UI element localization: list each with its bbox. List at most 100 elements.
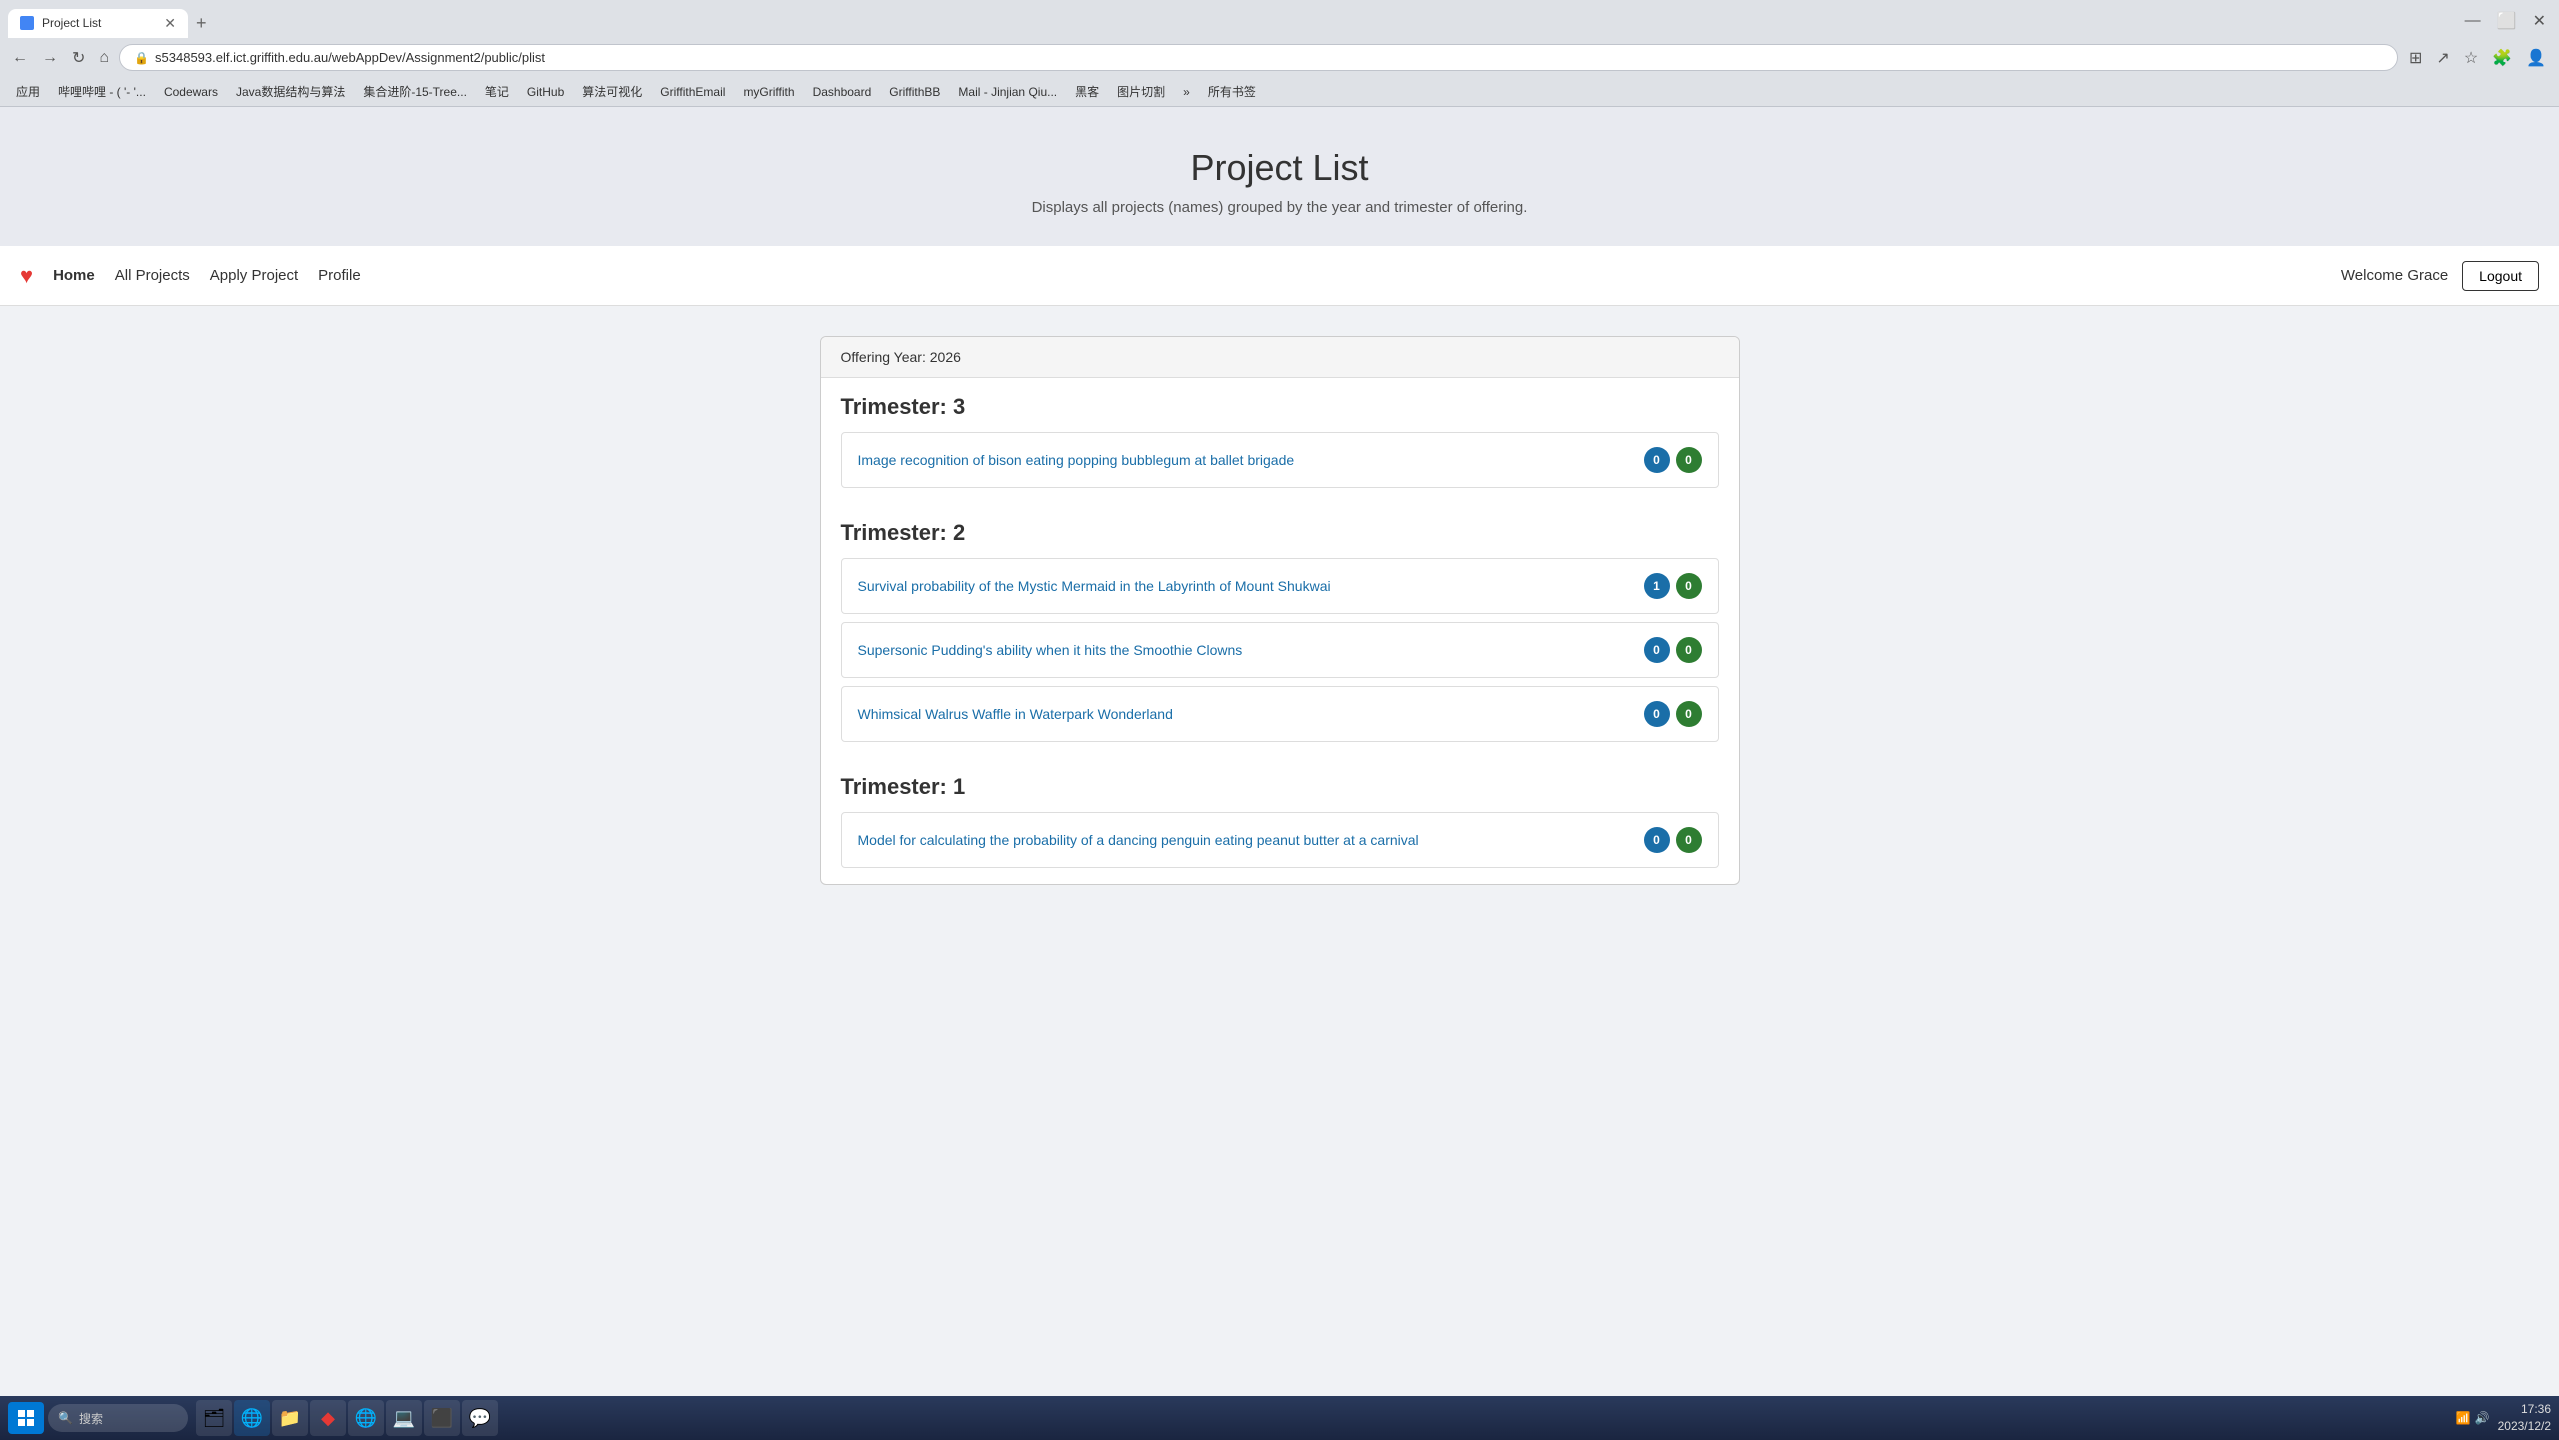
share-icon[interactable]: ↗	[2431, 45, 2454, 71]
offering-year-header: Offering Year: 2026	[821, 337, 1739, 378]
taskbar-search-box[interactable]: 🔍 搜索	[48, 1404, 188, 1432]
bookmark-algo[interactable]: 算法可视化	[574, 81, 650, 102]
nav-apply-project[interactable]: Apply Project	[210, 267, 298, 284]
navbar: ♥ Home All Projects Apply Project Profil…	[0, 246, 2559, 306]
forward-button[interactable]: →	[38, 47, 62, 69]
bookmark-mail[interactable]: Mail - Jinjian Qiu...	[950, 83, 1065, 101]
project-link-5[interactable]: Model for calculating the probability of…	[858, 832, 1419, 848]
bookmark-codewars[interactable]: Codewars	[156, 83, 226, 101]
project-row-2: Survival probability of the Mystic Merma…	[841, 558, 1719, 614]
taskbar-app-edge[interactable]: 🌐	[234, 1400, 270, 1436]
taskbar-app-vscode[interactable]: 💻	[386, 1400, 422, 1436]
navbar-right: Welcome Grace Logout	[2341, 261, 2539, 291]
badge-green-5: 0	[1676, 827, 1702, 853]
project-badges-2: 1 0	[1644, 573, 1702, 599]
badge-green-2: 0	[1676, 573, 1702, 599]
taskbar-search-placeholder: 搜索	[79, 1410, 103, 1427]
taskbar-app-wechat[interactable]: 💬	[462, 1400, 498, 1436]
nav-profile[interactable]: Profile	[318, 267, 361, 284]
badge-green-1: 0	[1676, 447, 1702, 473]
trimester-1-section: Trimester: 1 Model for calculating the p…	[821, 758, 1739, 884]
translate-icon[interactable]: ⊞	[2404, 45, 2427, 71]
project-row: Image recognition of bison eating poppin…	[841, 432, 1719, 488]
trimester-2-title: Trimester: 2	[841, 520, 1719, 546]
badge-blue-3: 0	[1644, 637, 1670, 663]
badge-blue-1: 0	[1644, 447, 1670, 473]
taskbar-app-chrome[interactable]: 🌐	[348, 1400, 384, 1436]
bookmark-image[interactable]: 图片切割	[1109, 81, 1173, 102]
address-bar-row: ← → ↻ ⌂ 🔒 s5348593.elf.ict.griffith.edu.…	[0, 38, 2559, 77]
welcome-text: Welcome Grace	[2341, 267, 2448, 284]
refresh-button[interactable]: ↻	[68, 46, 89, 70]
project-link-2[interactable]: Survival probability of the Mystic Merma…	[858, 578, 1331, 594]
profile-icon[interactable]: 👤	[2521, 45, 2551, 71]
extension-icon[interactable]: 🧩	[2487, 45, 2517, 71]
url-text: s5348593.elf.ict.griffith.edu.au/webAppD…	[155, 50, 2383, 65]
system-tray-icons: 📶 🔊	[2456, 1411, 2490, 1425]
project-link-4[interactable]: Whimsical Walrus Waffle in Waterpark Won…	[858, 706, 1173, 722]
home-nav-button[interactable]: ⌂	[95, 47, 113, 69]
project-badges-4: 0 0	[1644, 701, 1702, 727]
taskbar-app-terminal[interactable]: ⬛	[424, 1400, 460, 1436]
bookmark-griffith-email[interactable]: GriffithEmail	[652, 83, 733, 101]
volume-icon: 🔊	[2475, 1411, 2490, 1425]
badge-blue-5: 0	[1644, 827, 1670, 853]
tab-title: Project List	[42, 16, 156, 30]
bookmark-icon[interactable]: ☆	[2459, 45, 2483, 71]
bookmark-dashboard[interactable]: Dashboard	[805, 83, 880, 101]
bookmark-java[interactable]: Java数据结构与算法	[228, 81, 353, 102]
bookmark-tree[interactable]: 集合进阶-15-Tree...	[355, 81, 475, 102]
bookmark-mygriffith[interactable]: myGriffith	[735, 83, 802, 101]
bookmark-bilibili[interactable]: 哔哩哔哩 - ( '- '...	[50, 81, 154, 102]
project-link-1[interactable]: Image recognition of bison eating poppin…	[858, 452, 1295, 468]
taskbar-app-file[interactable]: 🗂	[196, 1400, 232, 1436]
taskbar-app-diamond[interactable]: ◆	[310, 1400, 346, 1436]
taskbar-date-value: 2023/12/2	[2498, 1418, 2551, 1435]
tab-favicon	[20, 16, 34, 30]
bookmark-griffithbb[interactable]: GriffithBB	[881, 83, 948, 101]
browser-chrome: Project List ✕ + — ⬜ ✕ ← → ↻ ⌂ 🔒 s534859…	[0, 0, 2559, 107]
main-content: Offering Year: 2026 Trimester: 3 Image r…	[800, 336, 1760, 885]
bookmark-hacker[interactable]: 黑客	[1067, 81, 1107, 102]
project-row-4: Whimsical Walrus Waffle in Waterpark Won…	[841, 686, 1719, 742]
brand-icon: ♥	[20, 263, 33, 289]
project-row-3: Supersonic Pudding's ability when it hit…	[841, 622, 1719, 678]
bookmark-apps[interactable]: 应用	[8, 81, 48, 102]
taskbar-time-value: 17:36	[2498, 1401, 2551, 1418]
close-window-button[interactable]: ✕	[2528, 8, 2551, 34]
taskbar-app-folder[interactable]: 📁	[272, 1400, 308, 1436]
bookmarks-bar: 应用 哔哩哔哩 - ( '- '... Codewars Java数据结构与算法…	[0, 77, 2559, 106]
nav-all-projects[interactable]: All Projects	[115, 267, 190, 284]
minimize-button[interactable]: —	[2460, 9, 2486, 33]
bookmark-more[interactable]: »	[1175, 83, 1198, 101]
badge-blue-4: 0	[1644, 701, 1670, 727]
page-header: Project List Displays all projects (name…	[0, 107, 2559, 246]
address-bar[interactable]: 🔒 s5348593.elf.ict.griffith.edu.au/webAp…	[119, 44, 2398, 71]
nav-home[interactable]: Home	[53, 267, 95, 284]
tab-close-button[interactable]: ✕	[164, 15, 176, 32]
project-row-5: Model for calculating the probability of…	[841, 812, 1719, 868]
taskbar-right: 📶 🔊 17:36 2023/12/2	[2456, 1401, 2551, 1435]
trimester-3-title: Trimester: 3	[841, 394, 1719, 420]
project-badges-5: 0 0	[1644, 827, 1702, 853]
page-title: Project List	[20, 147, 2539, 189]
logout-button[interactable]: Logout	[2462, 261, 2539, 291]
taskbar-apps: 🗂 🌐 📁 ◆ 🌐 💻 ⬛ 💬	[196, 1400, 498, 1436]
trimester-3-section: Trimester: 3 Image recognition of bison …	[821, 378, 1739, 504]
bookmark-notes[interactable]: 笔记	[477, 81, 517, 102]
project-link-3[interactable]: Supersonic Pudding's ability when it hit…	[858, 642, 1243, 658]
maximize-button[interactable]: ⬜	[2492, 8, 2522, 34]
new-tab-button[interactable]: +	[188, 9, 215, 38]
bookmark-github[interactable]: GitHub	[519, 83, 572, 101]
start-button[interactable]	[8, 1402, 44, 1434]
active-tab[interactable]: Project List ✕	[8, 9, 188, 38]
project-badges-1: 0 0	[1644, 447, 1702, 473]
search-icon: 🔍	[58, 1411, 73, 1425]
back-button[interactable]: ←	[8, 47, 32, 69]
project-badges-3: 0 0	[1644, 637, 1702, 663]
bookmark-all[interactable]: 所有书签	[1200, 81, 1264, 102]
trimester-1-title: Trimester: 1	[841, 774, 1719, 800]
taskbar: 🔍 搜索 🗂 🌐 📁 ◆ 🌐 💻 ⬛ 💬 📶 🔊 17:36 2023/12/2	[0, 1396, 2559, 1440]
offering-card: Offering Year: 2026 Trimester: 3 Image r…	[820, 336, 1740, 885]
navbar-links: Home All Projects Apply Project Profile	[53, 267, 2341, 284]
